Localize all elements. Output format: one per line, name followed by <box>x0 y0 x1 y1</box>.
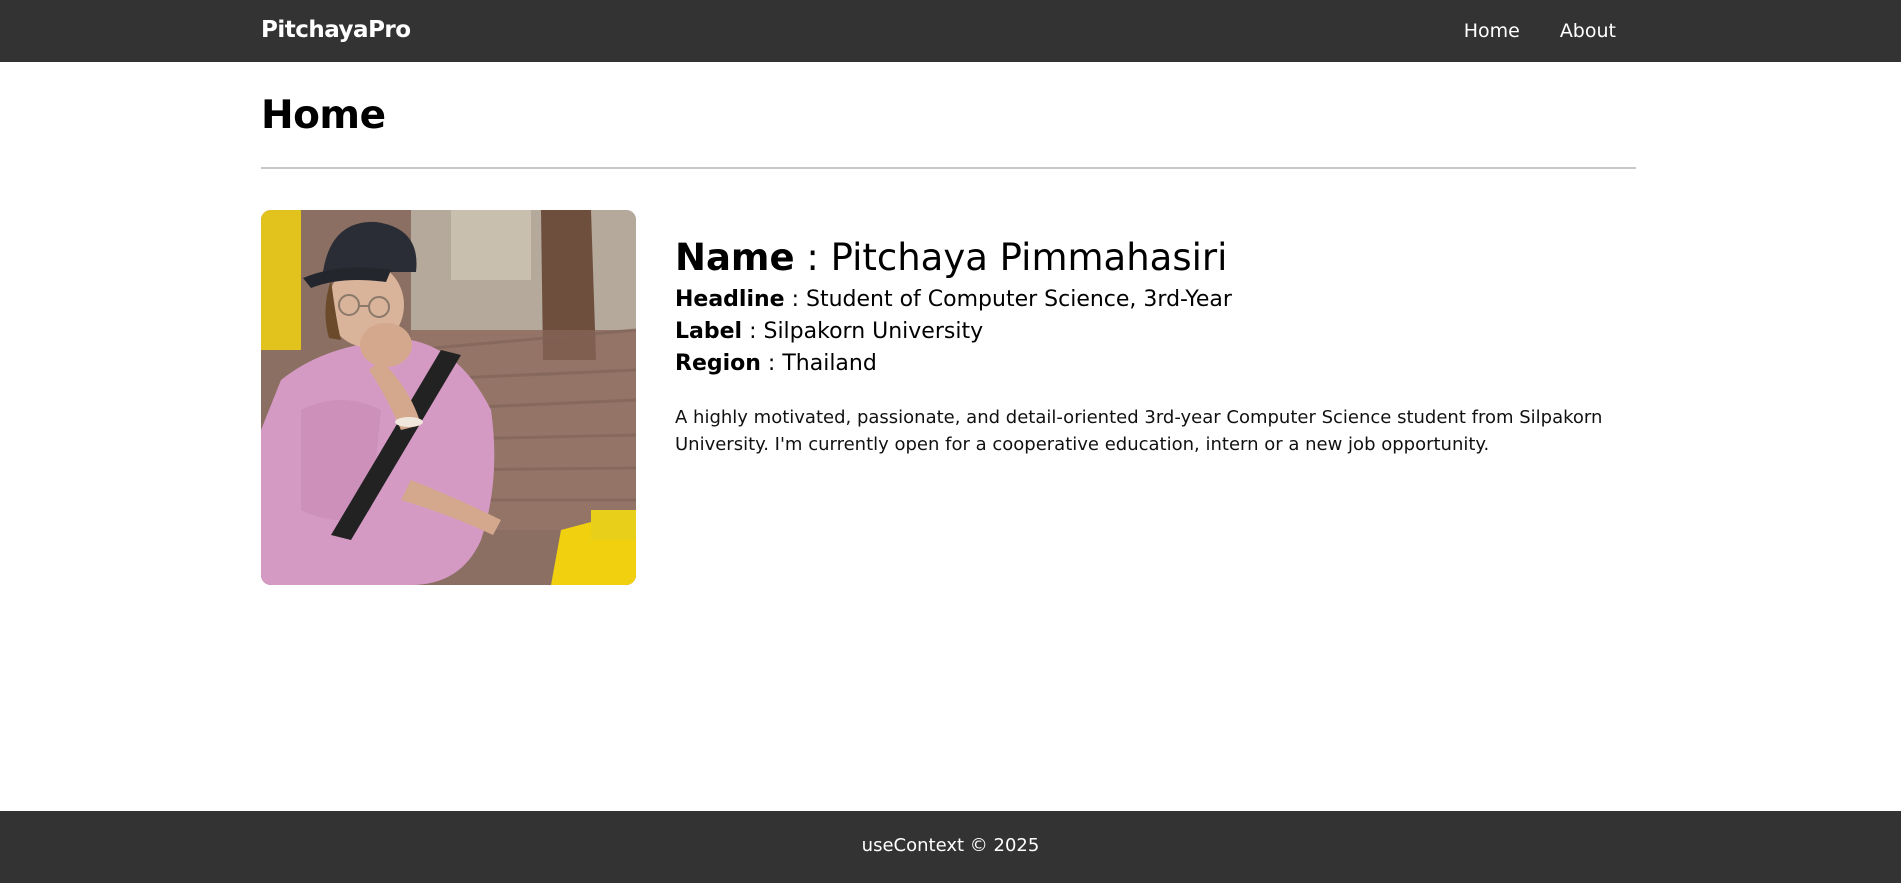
label-label: Label <box>675 319 743 344</box>
label-separator: : <box>742 319 764 344</box>
label-value: Silpakorn University <box>763 319 984 344</box>
headline-line: Headline : Student of Computer Science, … <box>675 284 1615 316</box>
region-label: Region <box>675 351 761 376</box>
headline-separator: : <box>784 287 806 312</box>
name-value: Pitchaya Pimmahasiri <box>830 236 1228 279</box>
name-label: Name <box>675 236 795 279</box>
nav-link-about[interactable]: About <box>1560 20 1616 42</box>
title-divider <box>261 167 1636 169</box>
region-separator: : <box>760 351 783 376</box>
footer-text: useContext © 2025 <box>861 835 1040 856</box>
headline-label: Headline <box>675 287 785 312</box>
profile-photo <box>261 210 636 585</box>
region-value: Thailand <box>782 351 877 376</box>
footer: useContext © 2025 <box>0 811 1901 883</box>
name-separator: : <box>794 236 831 279</box>
profile-info: Name : Pitchaya Pimmahasiri Headline : S… <box>675 232 1615 458</box>
region-line: Region : Thailand <box>675 348 1615 380</box>
bio-text: A highly motivated, passionate, and deta… <box>675 407 1603 455</box>
headline-value: Student of Computer Science, 3rd-Year <box>806 287 1232 312</box>
brand-logo[interactable]: PitchayaPro <box>261 17 411 43</box>
name-line: Name : Pitchaya Pimmahasiri <box>675 232 1615 284</box>
navbar: PitchayaPro Home About <box>0 0 1901 62</box>
nav-links: Home About <box>1464 20 1616 42</box>
label-line: Label : Silpakorn University <box>675 316 1615 348</box>
nav-link-home[interactable]: Home <box>1464 20 1520 42</box>
page-title: Home <box>261 93 386 138</box>
